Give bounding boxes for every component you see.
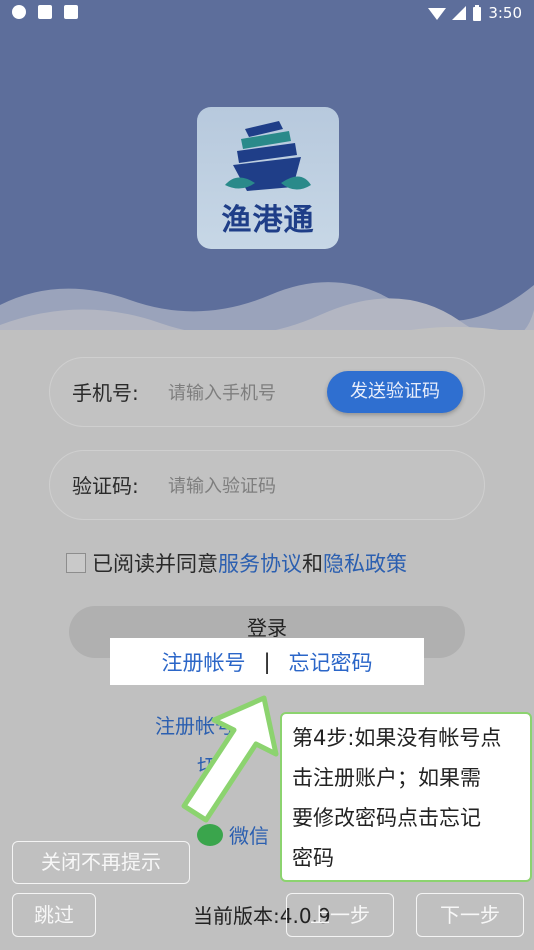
status-bar: 3:50 [0,0,534,28]
agreement-prefix: 已阅读并同意 [92,552,218,576]
terms-link[interactable]: 服务协议 [218,548,302,578]
login-label: 登录 [247,616,287,640]
wifi-icon [428,8,447,20]
tooltip-line-3: 要修改密码点击忘记 [292,806,481,830]
code-input[interactable]: 请输入验证码 [168,472,276,498]
forgot-password-link[interactable]: 忘记密码 [289,647,373,677]
tooltip-line-4: 密码 [292,846,334,870]
tooltip-line-2: 击注册账户；如果需 [292,766,481,790]
sync-icon [12,5,26,19]
clock: 3:50 [488,4,522,22]
agreement-checkbox[interactable] [66,553,86,573]
app-name: 渔港通 [221,203,315,238]
agreement-row: 已阅读并同意 服务协议 和 隐私政策 [66,548,407,578]
skip-button[interactable]: 跳过 [12,893,96,937]
close-hint-button[interactable]: 关闭不再提示 [12,841,190,884]
text-icon [64,5,78,19]
next-step-button[interactable]: 下一步 [416,893,524,937]
agreement-and: 和 [302,552,323,576]
tooltip-line-1: 第4步:如果没有帐号点 [292,726,502,750]
separator: | [263,649,271,674]
privacy-link[interactable]: 隐私政策 [323,548,407,578]
tooltip-box: 第4步:如果没有帐号点 击注册账户；如果需 要修改密码点击忘记 密码 [280,712,532,882]
app-logo: 渔港通 [197,107,339,249]
phone-label: 手机号: [72,381,139,405]
register-link[interactable]: 注册帐号 [161,647,245,677]
pointer-arrow-icon [181,695,279,823]
code-label: 验证码: [72,474,139,498]
mail-icon [38,5,52,19]
phone-input[interactable]: 请输入手机号 [168,379,276,405]
ship-icon [225,121,311,191]
send-code-button[interactable]: 发送验证码 [327,371,463,413]
signal-icon [452,6,467,20]
battery-icon [473,5,482,21]
prev-step-button[interactable]: 上一步 [286,893,394,937]
highlight-box: 注册帐号 | 忘记密码 [110,638,424,685]
